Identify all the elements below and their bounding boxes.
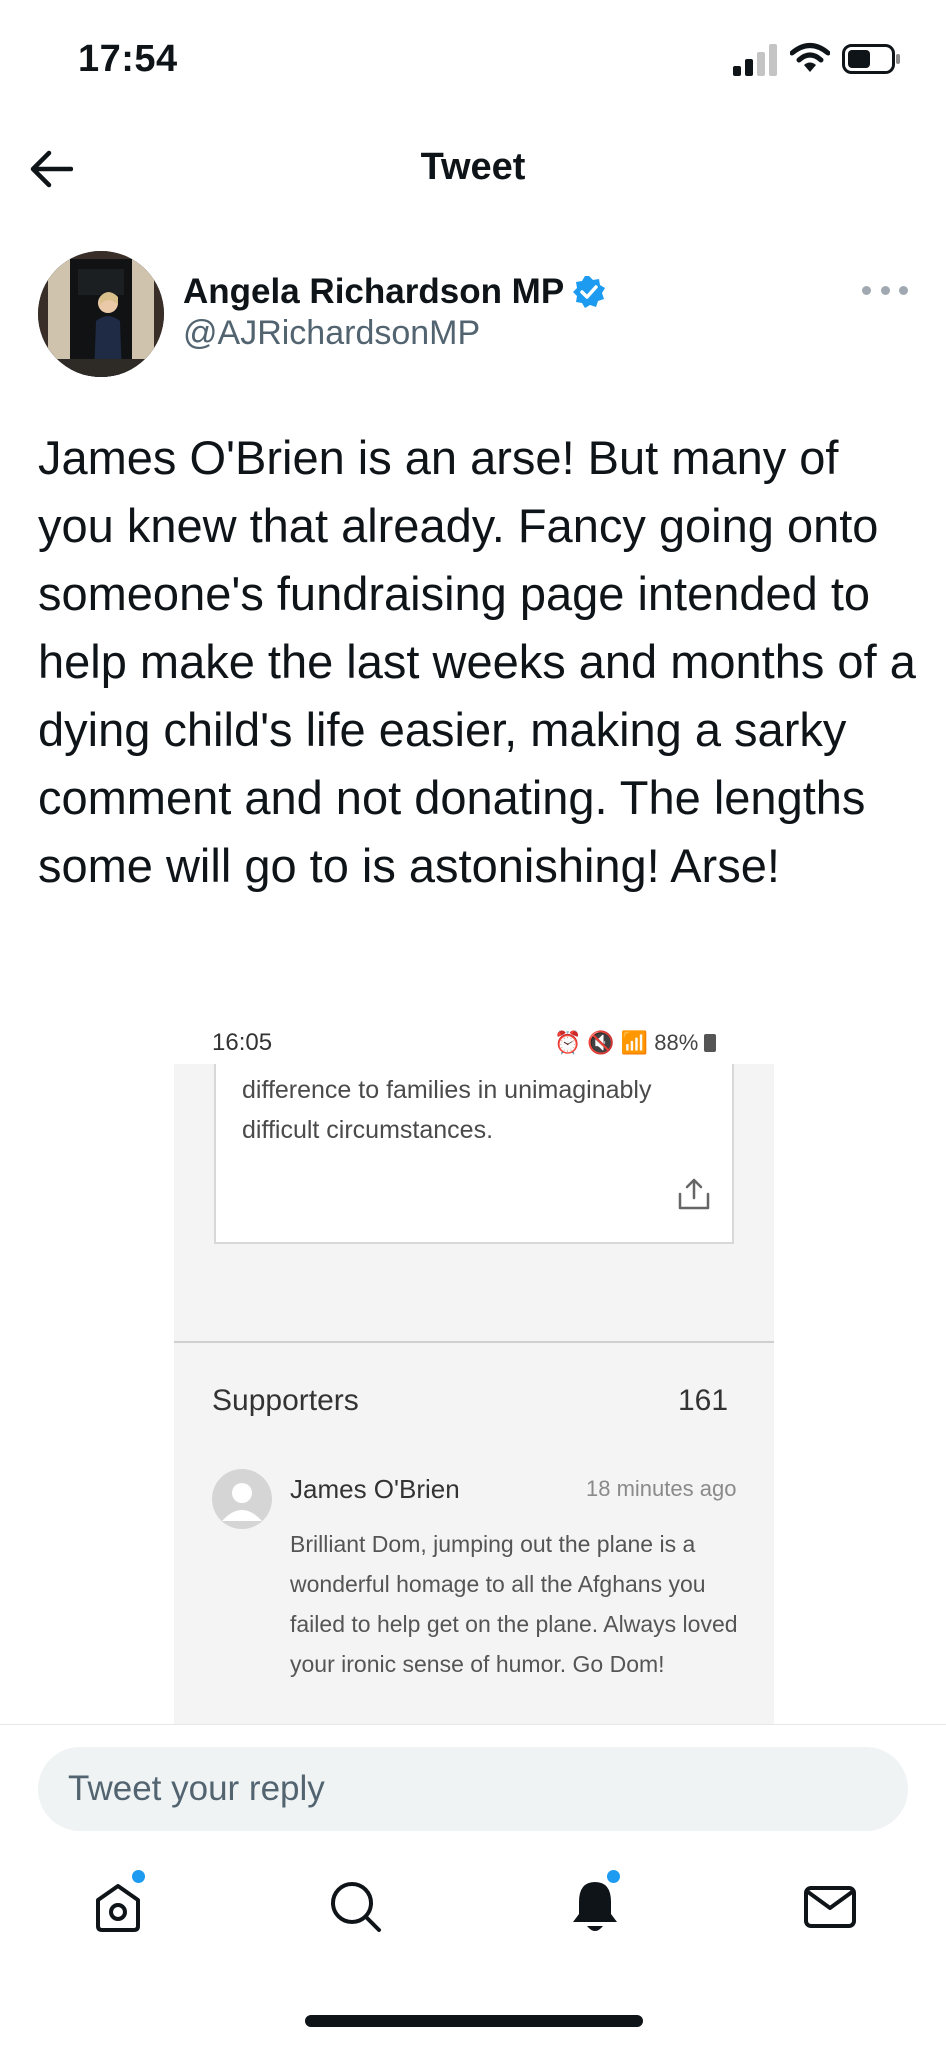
home-indicator[interactable]: [305, 2015, 643, 2027]
mail-icon: [804, 1886, 856, 1928]
embedded-card-text: difference to families in unimaginably d…: [242, 1076, 652, 1144]
more-dot: [862, 285, 871, 295]
embedded-divider: [174, 1341, 774, 1343]
notifications-badge: [607, 1870, 620, 1883]
nav-notifications[interactable]: [565, 1870, 625, 1936]
supporter-comment: Brilliant Dom, jumping out the plane is …: [290, 1531, 738, 1677]
wifi-icon: [790, 43, 830, 72]
bottom-nav: [0, 1850, 946, 1970]
home-badge: [132, 1870, 145, 1883]
nav-search[interactable]: [325, 1876, 385, 1936]
status-bar: 17:54: [0, 0, 946, 120]
signal-icon: 📶: [620, 1030, 649, 1055]
supporter-name: James O'Brien: [290, 1474, 460, 1504]
mute-icon: 🔇: [587, 1030, 615, 1055]
more-dot: [899, 285, 908, 295]
more-options-icon[interactable]: [862, 276, 908, 304]
embedded-description-card: difference to families in unimaginably d…: [214, 1064, 734, 1244]
avatar[interactable]: [38, 251, 164, 377]
embedded-battery-icon: [704, 1034, 717, 1052]
embedded-status-icons: ⏰ 🔇 📶 88%: [554, 1030, 717, 1056]
battery-icon: [842, 44, 900, 74]
profile-photo: [38, 251, 164, 377]
author-display-name[interactable]: Angela Richardson MP: [183, 272, 564, 312]
embedded-status-bar: 16:05 ⏰ 🔇 📶 88%: [174, 1020, 774, 1064]
header: Tweet: [0, 120, 946, 220]
status-time: 17:54: [78, 38, 178, 80]
nav-messages[interactable]: [800, 1876, 860, 1936]
supporters-count: 161: [678, 1384, 729, 1417]
supporters-label: Supporters: [212, 1384, 359, 1417]
reply-input[interactable]: Tweet your reply: [38, 1747, 908, 1831]
bell-icon: [573, 1882, 617, 1931]
tweet-text: James O'Brien is an arse! But many of yo…: [38, 431, 916, 892]
tweet-media-image[interactable]: 16:05 ⏰ 🔇 📶 88% difference to families i…: [174, 1020, 774, 1725]
home-icon: [96, 1884, 140, 1932]
search-icon: [331, 1882, 381, 1932]
embedded-page-body: difference to families in unimaginably d…: [174, 1064, 774, 1725]
author-name-row[interactable]: Angela Richardson MP: [183, 270, 606, 314]
nav-home[interactable]: [88, 1870, 148, 1936]
author-handle[interactable]: @AJRichardsonMP: [183, 314, 480, 353]
more-dot: [880, 285, 890, 295]
user-silhouette-icon: [222, 1483, 262, 1521]
embedded-battery-label: 88%: [654, 1030, 699, 1055]
supporter-avatar-icon: [212, 1469, 272, 1529]
alarm-icon: ⏰: [554, 1030, 582, 1055]
cellular-signal-icon: [733, 44, 777, 76]
share-icon: [678, 1178, 710, 1210]
page-title: Tweet: [420, 146, 526, 188]
reply-bar: Tweet your reply: [0, 1724, 946, 1834]
verified-badge-icon: [573, 276, 606, 308]
embedded-status-time: 16:05: [212, 1029, 273, 1056]
supporter-time: 18 minutes ago: [586, 1476, 737, 1501]
